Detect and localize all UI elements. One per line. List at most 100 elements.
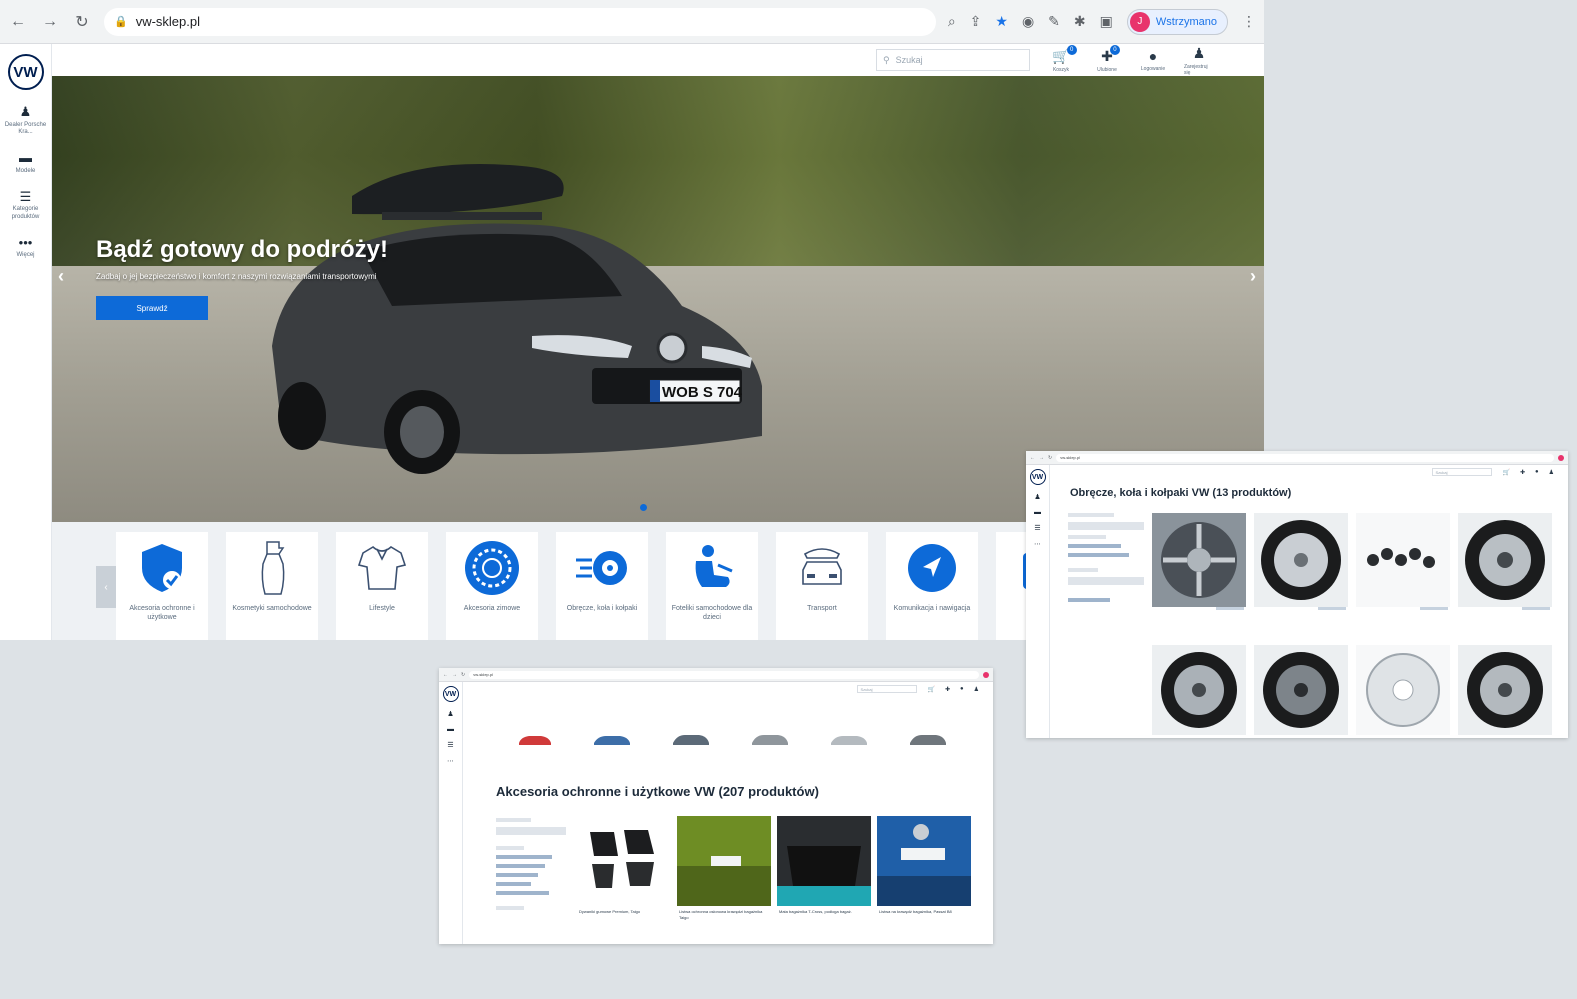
vw-logo-icon[interactable]: VW <box>1029 469 1046 485</box>
user-circle-icon[interactable]: ● <box>960 686 964 692</box>
vw-logo-icon[interactable]: VW <box>7 54 44 90</box>
category-tile[interactable]: Akcesoria ochronne i użytkowe <box>116 532 208 640</box>
forward-icon[interactable]: → <box>452 672 457 678</box>
cart-button[interactable]: 🛒 0 Koszyk <box>1046 44 1077 73</box>
hero-subtitle: Zadbaj o jej bezpieczeństwo i komfort z … <box>96 272 377 281</box>
address-bar[interactable]: vw-sklep.pl <box>469 670 979 679</box>
search-input[interactable]: Szukaj <box>857 685 918 693</box>
shop-topbar: Szukaj 🛒 ✚ ● ♟ <box>463 682 993 696</box>
list-icon[interactable]: ☰ <box>1034 524 1040 532</box>
carousel-dot[interactable] <box>640 504 647 511</box>
search-input[interactable]: ⚲ Szukaj <box>876 49 1030 71</box>
sidebar: VW ♟ ▬ ☰ ⋯ <box>1026 465 1050 738</box>
hubcap-image <box>1356 645 1450 735</box>
user-circle-icon[interactable]: ● <box>1535 469 1539 475</box>
category-tile[interactable]: Obręcze, koła i kołpaki <box>556 532 648 640</box>
product-tile[interactable]: Mata bagażnika T-Cross, podłoga bagaż. <box>777 816 871 942</box>
pin-icon[interactable]: ✚ <box>945 686 950 693</box>
list-icon[interactable]: ☰ <box>447 741 453 749</box>
sidebar-item-categories[interactable]: ☰ Kategorie produktów <box>3 189 49 221</box>
back-icon[interactable]: ← <box>443 672 448 678</box>
category-tile[interactable]: Kosmetyki samochodowe <box>226 532 318 640</box>
sidebar-item-models[interactable]: ▬ Modele <box>3 150 49 175</box>
filter-panel <box>1068 513 1144 602</box>
product-tile[interactable]: Dywaniki gumowe Premium, Taigo <box>577 816 671 942</box>
hero-cta-button[interactable]: Sprawdź <box>96 296 208 320</box>
product-tile[interactable] <box>1152 645 1246 735</box>
product-tile[interactable]: Listwa ochronna osłonowa krawędzi bagażn… <box>677 816 771 942</box>
product-tile[interactable]: Listwa na krawędź bagażnika, Passat B8 <box>877 816 971 942</box>
pin-icon[interactable]: ✚ <box>1520 469 1525 476</box>
product-name: Listwa ochronna osłonowa krawędzi bagażn… <box>679 909 763 920</box>
zoom-icon[interactable]: ⌕ <box>948 13 956 30</box>
model-car-icon[interactable] <box>517 733 553 747</box>
menu-icon[interactable]: ⋮ <box>1242 13 1256 30</box>
search-input[interactable]: Szukaj <box>1432 468 1493 476</box>
sidebar-item-label: Kategorie produktów <box>11 206 40 220</box>
hero-next-arrow-icon[interactable]: › <box>1250 266 1256 287</box>
model-car-icon[interactable] <box>908 733 948 747</box>
forward-icon[interactable]: → <box>1039 455 1044 461</box>
category-prev-button[interactable]: ‹ <box>96 566 116 608</box>
model-car-icon[interactable] <box>750 733 790 747</box>
camera-icon[interactable]: ◉ <box>1022 13 1034 30</box>
product-tile[interactable] <box>1254 513 1348 631</box>
login-button[interactable]: ● Logowanie <box>1138 48 1168 72</box>
more-dots-icon[interactable]: ⋯ <box>447 757 454 765</box>
shop-topbar: Szukaj 🛒 ✚ ● ♟ <box>1050 465 1568 479</box>
back-icon[interactable]: ← <box>8 13 28 31</box>
person-icon[interactable]: ♟ <box>1549 469 1554 476</box>
more-dots-icon[interactable]: ⋯ <box>1034 540 1041 548</box>
bookmark-star-icon[interactable]: ★ <box>995 13 1008 30</box>
model-car-icon[interactable] <box>829 733 869 747</box>
address-bar[interactable]: 🔒 vw-sklep.pl <box>104 7 936 36</box>
model-car-icon[interactable] <box>671 733 711 747</box>
product-tile[interactable] <box>1458 645 1552 735</box>
alloy-wheel-image <box>1152 513 1246 607</box>
product-tile[interactable] <box>1356 645 1450 735</box>
avatar[interactable] <box>983 671 989 678</box>
share-icon[interactable]: ⇪ <box>970 13 982 30</box>
category-label: Kosmetyki samochodowe <box>232 605 312 612</box>
dealer-person-icon[interactable]: ♟ <box>447 710 453 718</box>
cart-icon[interactable]: 🛒 <box>927 686 934 693</box>
wheel-image <box>1152 645 1246 735</box>
person-icon[interactable]: ♟ <box>974 686 979 693</box>
category-tile[interactable]: Komunikacja i nawigacja <box>886 532 978 640</box>
address-bar[interactable]: vw-sklep.pl <box>1056 453 1554 462</box>
category-tile[interactable]: Lifestyle <box>336 532 428 640</box>
cart-icon[interactable]: 🛒 <box>1502 469 1509 476</box>
product-tile[interactable] <box>1458 513 1552 631</box>
product-tile[interactable] <box>1356 513 1450 631</box>
dealer-person-icon[interactable]: ♟ <box>1034 493 1040 501</box>
product-name: Listwa na krawędź bagażnika, Passat B8 <box>879 909 952 914</box>
back-icon[interactable]: ← <box>1030 455 1035 461</box>
pen-icon[interactable]: ✎ <box>1048 13 1060 30</box>
profile-button[interactable]: J Wstrzymano <box>1126 8 1228 35</box>
car-icon[interactable]: ▬ <box>1034 509 1041 516</box>
reload-icon[interactable]: ↻ <box>72 12 92 32</box>
forward-icon[interactable]: → <box>40 13 60 31</box>
polo-shirt-icon <box>354 540 410 596</box>
sidebar-item-dealer[interactable]: ♟ Dealer Porsche Kra... <box>3 104 49 136</box>
hero-prev-arrow-icon[interactable]: ‹ <box>58 266 64 287</box>
puzzle-icon[interactable]: ✱ <box>1074 13 1086 30</box>
category-tile[interactable]: Akcesoria zimowe <box>446 532 538 640</box>
wishlist-label: Ulubione <box>1097 66 1117 73</box>
product-tile[interactable] <box>1254 645 1348 735</box>
register-button[interactable]: ♟ Zarejestruj się <box>1184 45 1214 76</box>
wishlist-button[interactable]: ✚ 0 Ulubione <box>1092 44 1122 73</box>
product-tile[interactable] <box>1152 513 1246 631</box>
category-tile[interactable]: Transport <box>776 532 868 640</box>
vw-logo-icon[interactable]: VW <box>442 686 459 702</box>
model-car-icon[interactable] <box>592 733 632 747</box>
avatar[interactable] <box>1558 454 1564 461</box>
reload-icon[interactable]: ↻ <box>1048 455 1052 461</box>
sidepanel-icon[interactable]: ▣ <box>1100 13 1113 30</box>
sidebar-item-more[interactable]: ••• Więcej <box>3 235 49 260</box>
reload-icon[interactable]: ↻ <box>461 672 465 678</box>
category-tile[interactable]: Foteliki samochodowe dla dzieci <box>666 532 758 640</box>
url-text: vw-sklep.pl <box>473 672 493 677</box>
cart-icon: 🛒 0 <box>1052 44 1077 65</box>
car-icon[interactable]: ▬ <box>447 726 454 733</box>
